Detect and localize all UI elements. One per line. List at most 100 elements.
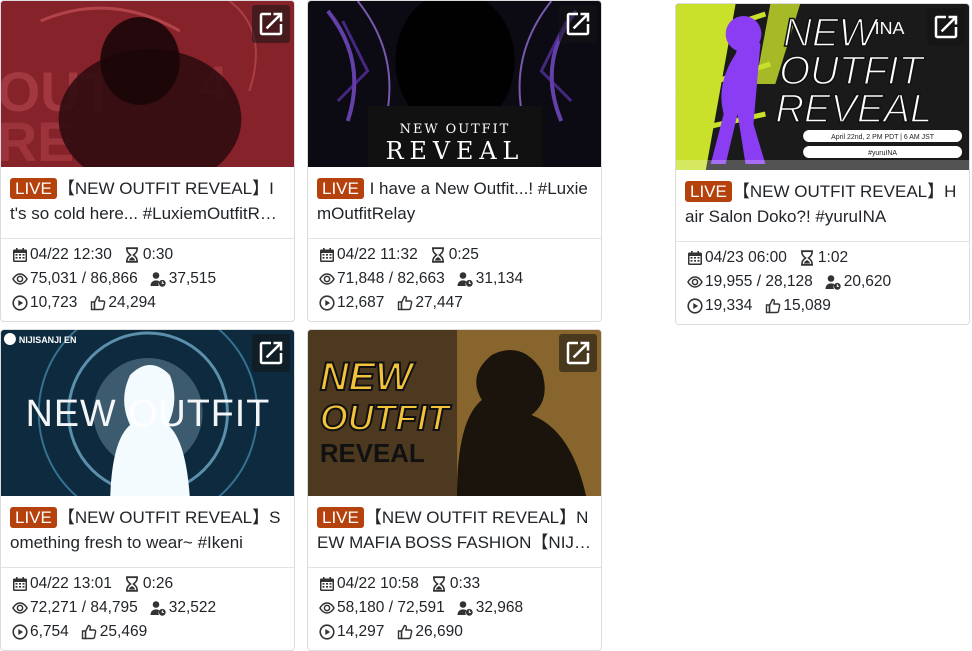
video-stats: 04/22 10:58 0:33 58,180 / 72,591 32,968 14… <box>308 568 601 650</box>
play-count: 6,754 <box>30 623 69 640</box>
member-count: 37,515 <box>168 270 217 287</box>
video-title-area[interactable]: LIVE 【NEW OUTFIT REVEAL】NEW MAFIA BOSS FA… <box>308 496 601 568</box>
play-count: 12,687 <box>337 294 385 311</box>
hourglass-icon <box>124 576 141 592</box>
thumbnail-image: OUT RE 4 <box>1 1 294 167</box>
thumbnail-image: NEW OUTFIT REVEAL <box>308 330 601 496</box>
user-clock-icon <box>150 600 167 616</box>
external-link-icon <box>256 9 286 39</box>
external-link-icon <box>256 338 286 368</box>
video-thumbnail[interactable]: OUT RE 4 <box>1 1 294 167</box>
user-clock-icon <box>825 274 842 290</box>
external-link-icon <box>563 9 593 39</box>
thumbs-up-icon <box>396 624 413 640</box>
play-circle-icon <box>11 624 28 640</box>
member-count: 31,134 <box>475 270 524 287</box>
thumbs-up-icon <box>764 298 781 314</box>
thumbnail-caption-1: NEW <box>320 355 416 399</box>
calendar-icon <box>318 576 335 592</box>
video-thumbnail[interactable]: NEW OUTFIT REVEAL INA April 22nd, 2 PM P… <box>676 4 969 170</box>
live-badge: LIVE <box>317 507 364 528</box>
external-link-button[interactable] <box>927 8 965 46</box>
video-title-area[interactable]: LIVE 【NEW OUTFIT REVEAL】Hair Salon Doko?!… <box>676 170 969 242</box>
external-link-button[interactable] <box>252 334 290 372</box>
thumbnail-corner-text: INA <box>875 18 905 38</box>
thumbnail-logo: NIJISANJI EN <box>19 335 77 345</box>
video-thumbnail[interactable]: NEW OUTFIT REVEAL <box>308 1 601 167</box>
video-card[interactable]: NEW OUTFIT REVEAL LIVE I have a New Outf… <box>307 0 602 322</box>
view-count: 75,031 / 86,866 <box>30 270 138 287</box>
calendar-icon <box>11 247 28 263</box>
eye-icon <box>11 271 28 287</box>
calendar-icon <box>318 247 335 263</box>
calendar-icon <box>686 250 703 266</box>
view-count: 58,180 / 72,591 <box>337 599 445 616</box>
stream-duration: 1:02 <box>817 249 849 266</box>
like-count: 26,690 <box>415 623 463 640</box>
like-count: 27,447 <box>415 294 463 311</box>
video-thumbnail[interactable]: NEW OUTFIT NIJISANJI EN <box>1 330 294 496</box>
video-stats: 04/23 06:00 1:02 19,955 / 28,128 20,620 19… <box>676 242 969 324</box>
external-link-button[interactable] <box>559 5 597 43</box>
external-link-button[interactable] <box>252 5 290 43</box>
video-card[interactable]: NEW OUTFIT REVEAL LIVE 【NEW OUTFIT REVEAL… <box>307 329 602 651</box>
member-count: 32,522 <box>168 599 217 616</box>
video-stats: 04/22 13:01 0:26 72,271 / 84,795 32,522 6,… <box>1 568 294 650</box>
member-count: 32,968 <box>475 599 524 616</box>
thumbnail-tag: #yuruINA <box>868 150 897 157</box>
stream-date: 04/23 06:00 <box>705 249 787 266</box>
view-count: 72,271 / 84,795 <box>30 599 138 616</box>
stream-duration: 0:26 <box>142 575 174 592</box>
hourglass-icon <box>799 250 816 266</box>
play-count: 19,334 <box>705 297 753 314</box>
video-card[interactable]: OUT RE 4 LIVE【NEW OUTFIT REVEAL】It's so … <box>0 0 295 322</box>
thumbnail-caption-3: REVEAL <box>775 87 932 131</box>
member-count: 20,620 <box>843 273 892 290</box>
external-link-icon <box>563 338 593 368</box>
video-card[interactable]: NEW OUTFIT NIJISANJI EN LIVE 【NEW OUTFIT … <box>0 329 295 651</box>
live-badge: LIVE <box>10 507 57 528</box>
video-card[interactable]: NEW OUTFIT REVEAL INA April 22nd, 2 PM P… <box>675 3 970 325</box>
external-link-button[interactable] <box>559 334 597 372</box>
like-count: 15,089 <box>783 297 831 314</box>
view-count: 19,955 / 28,128 <box>705 273 813 290</box>
video-title-area[interactable]: LIVE I have a New Outfit...! #LuxiemOutf… <box>308 167 601 239</box>
calendar-icon <box>11 576 28 592</box>
thumbnail-image: NEW OUTFIT REVEAL INA April 22nd, 2 PM P… <box>676 4 969 170</box>
thumbnail-image: NEW OUTFIT REVEAL <box>308 1 601 167</box>
play-circle-icon <box>686 298 703 314</box>
video-title-area[interactable]: LIVE 【NEW OUTFIT REVEAL】It's so cold here… <box>1 167 294 239</box>
play-circle-icon <box>318 295 335 311</box>
hourglass-icon <box>124 247 141 263</box>
stream-duration: 0:25 <box>448 246 479 263</box>
thumbnail-caption-2: REVEAL <box>386 137 525 165</box>
user-clock-icon <box>150 271 167 287</box>
user-clock-icon <box>457 600 474 616</box>
stream-date: 04/22 12:30 <box>30 246 112 263</box>
eye-icon <box>686 274 703 290</box>
stream-date: 04/22 10:58 <box>337 575 419 592</box>
thumbnail-caption-3: REVEAL <box>320 440 425 468</box>
play-circle-icon <box>11 295 28 311</box>
live-badge: LIVE <box>10 178 57 199</box>
eye-icon <box>318 600 335 616</box>
video-stats: 04/22 12:30 0:30 75,031 / 86,866 37,515 10… <box>1 239 294 321</box>
thumbnail-caption-2: OUTFIT <box>320 398 452 438</box>
live-badge: LIVE <box>685 181 732 202</box>
hourglass-icon <box>430 247 447 263</box>
view-count: 71,848 / 82,663 <box>337 270 445 287</box>
thumbs-up-icon <box>89 295 106 311</box>
thumbs-up-icon <box>396 295 413 311</box>
stream-duration: 0:33 <box>449 575 481 592</box>
like-count: 24,294 <box>108 294 156 311</box>
video-title-area[interactable]: LIVE 【NEW OUTFIT REVEAL】Something fresh t… <box>1 496 294 568</box>
video-thumbnail[interactable]: NEW OUTFIT REVEAL <box>308 330 601 496</box>
thumbnail-caption-1: NEW OUTFIT <box>400 122 511 137</box>
thumbs-up-icon <box>81 624 98 640</box>
like-count: 25,469 <box>99 623 148 640</box>
play-count: 14,297 <box>337 623 385 640</box>
stream-duration: 0:30 <box>142 246 174 263</box>
stream-date: 04/22 11:32 <box>337 246 418 263</box>
stream-date: 04/22 13:01 <box>30 575 112 592</box>
external-link-icon <box>931 12 961 42</box>
